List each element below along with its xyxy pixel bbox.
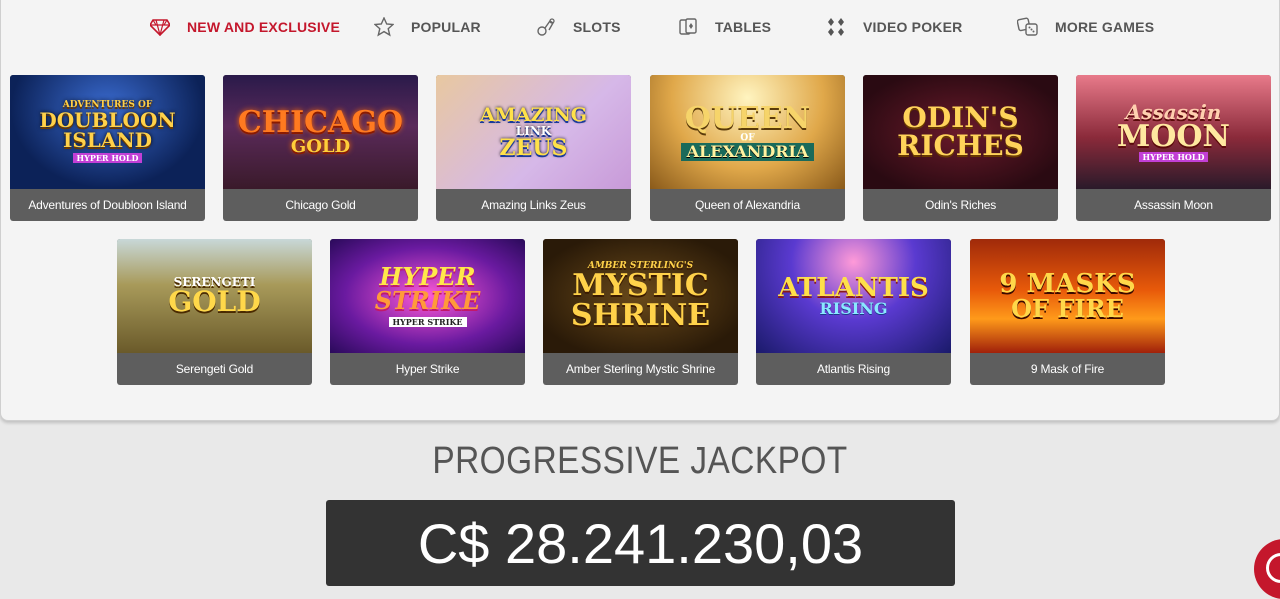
dice-icon <box>1017 16 1039 38</box>
logo-text: RISING <box>819 299 888 318</box>
game-title: Assassin Moon <box>1134 198 1213 212</box>
tab-more-games[interactable]: MORE GAMES <box>1017 14 1154 40</box>
logo-text: GOLD <box>168 285 261 318</box>
slot-machine-icon <box>535 16 557 38</box>
game-card-chicago-gold[interactable]: CHICAGO GOLD Chicago Gold <box>223 75 418 221</box>
game-thumbnail: ATLANTIS RISING <box>756 239 951 353</box>
tab-label: MORE GAMES <box>1055 19 1155 35</box>
diamond-icon <box>149 16 171 38</box>
jackpot-title: PROGRESSIVE JACKPOT <box>432 440 848 482</box>
logo-text: STRIKE <box>374 286 481 315</box>
jackpot-amount: C$ 28.241.230,03 <box>326 500 955 586</box>
game-title: Chicago Gold <box>285 198 356 212</box>
game-title: Odin's Riches <box>924 198 997 212</box>
game-card-amazing-links-zeus[interactable]: AMAZING LINK ZEUS Amazing Links Zeus <box>436 75 631 221</box>
game-title: Amber Sterling Mystic Shrine <box>565 362 716 376</box>
tab-popular[interactable]: POPULAR <box>373 14 481 40</box>
logo-text: CHICAGO <box>237 105 404 140</box>
game-category-tabs: NEW AND EXCLUSIVE POPULAR SLOTS TABLES V… <box>1 0 1280 54</box>
game-title: Queen of Alexandria <box>695 198 800 212</box>
game-thumbnail: ADVENTURES OF DOUBLOON ISLAND HYPER HOLD <box>10 75 205 189</box>
game-card-mystic-shrine[interactable]: AMBER STERLING'S MYSTIC SHRINE Amber Ste… <box>543 239 738 385</box>
game-card-odins-riches[interactable]: ODIN'S RICHES Odin's Riches <box>863 75 1058 221</box>
logo-text: MOON <box>1117 119 1230 154</box>
game-thumbnail: QUEEN OF ALEXANDRIA <box>650 75 845 189</box>
game-card-9-masks-of-fire[interactable]: 9 MASKS OF FIRE 9 Mask of Fire <box>970 239 1165 385</box>
game-title: Atlantis Rising <box>816 362 891 376</box>
tab-label: SLOTS <box>573 19 621 35</box>
logo-text: MYSTIC <box>572 267 709 303</box>
game-title: Amazing Links Zeus <box>481 198 586 212</box>
logo-text: RICHES <box>897 129 1024 162</box>
tab-label: POPULAR <box>411 19 481 35</box>
chat-icon <box>1266 553 1280 583</box>
logo-text: QUEEN <box>684 100 811 136</box>
game-thumbnail: SERENGETI GOLD <box>117 239 312 353</box>
game-thumbnail: CHICAGO GOLD <box>223 75 418 189</box>
logo-text: AMAZING <box>480 103 587 126</box>
chat-button[interactable] <box>1254 539 1280 599</box>
tab-label: TABLES <box>715 19 772 35</box>
logo-text: OF FIRE <box>1011 294 1124 323</box>
logo-text: ISLAND <box>62 128 152 152</box>
game-card-assassin-moon[interactable]: Assassin MOON HYPER HOLD Assassin Moon <box>1076 75 1271 221</box>
game-thumbnail: Assassin MOON HYPER HOLD <box>1076 75 1271 189</box>
star-icon <box>373 16 395 38</box>
tab-label: VIDEO POKER <box>863 19 963 35</box>
logo-text: ZEUS <box>499 134 568 161</box>
logo-text: GOLD <box>290 136 351 157</box>
logo-text: ODIN'S <box>902 101 1019 134</box>
games-panel: NEW AND EXCLUSIVE POPULAR SLOTS TABLES V… <box>0 0 1280 421</box>
tab-label: NEW AND EXCLUSIVE <box>187 19 341 35</box>
logo-text: SHRINE <box>570 297 711 333</box>
game-card-serengeti-gold[interactable]: SERENGETI GOLD Serengeti Gold <box>117 239 312 385</box>
logo-text: ALEXANDRIA <box>680 142 815 161</box>
game-thumbnail: AMAZING LINK ZEUS <box>436 75 631 189</box>
game-thumbnail: ODIN'S RICHES <box>863 75 1058 189</box>
game-title: Serengeti Gold <box>175 362 254 376</box>
cards-icon <box>677 16 699 38</box>
game-title: Hyper Strike <box>395 362 460 376</box>
logo-text: ATLANTIS <box>778 273 929 303</box>
game-card-hyper-strike[interactable]: HYPER STRIKE HYPER STRIKE Hyper Strike <box>330 239 525 385</box>
game-card-doubloon-island[interactable]: ADVENTURES OF DOUBLOON ISLAND HYPER HOLD… <box>10 75 205 221</box>
logo-text: HYPER STRIKE <box>388 317 467 327</box>
logo-text: HYPER HOLD <box>72 153 143 163</box>
game-thumbnail: 9 MASKS OF FIRE <box>970 239 1165 353</box>
game-card-atlantis-rising[interactable]: ATLANTIS RISING Atlantis Rising <box>756 239 951 385</box>
game-title: Adventures of Doubloon Island <box>28 198 187 212</box>
game-thumbnail: HYPER STRIKE HYPER STRIKE <box>330 239 525 353</box>
tab-slots[interactable]: SLOTS <box>535 14 621 40</box>
tab-tables[interactable]: TABLES <box>677 14 771 40</box>
logo-text: DOUBLOON <box>39 108 176 132</box>
game-title: 9 Mask of Fire <box>1030 362 1105 376</box>
game-card-queen-of-alexandria[interactable]: QUEEN OF ALEXANDRIA Queen of Alexandria <box>650 75 845 221</box>
card-suits-icon <box>825 16 847 38</box>
logo-text: HYPER HOLD <box>1138 152 1209 162</box>
tab-video-poker[interactable]: VIDEO POKER <box>825 14 962 40</box>
game-thumbnail: AMBER STERLING'S MYSTIC SHRINE <box>543 239 738 353</box>
tab-new-and-exclusive[interactable]: NEW AND EXCLUSIVE <box>149 14 340 40</box>
